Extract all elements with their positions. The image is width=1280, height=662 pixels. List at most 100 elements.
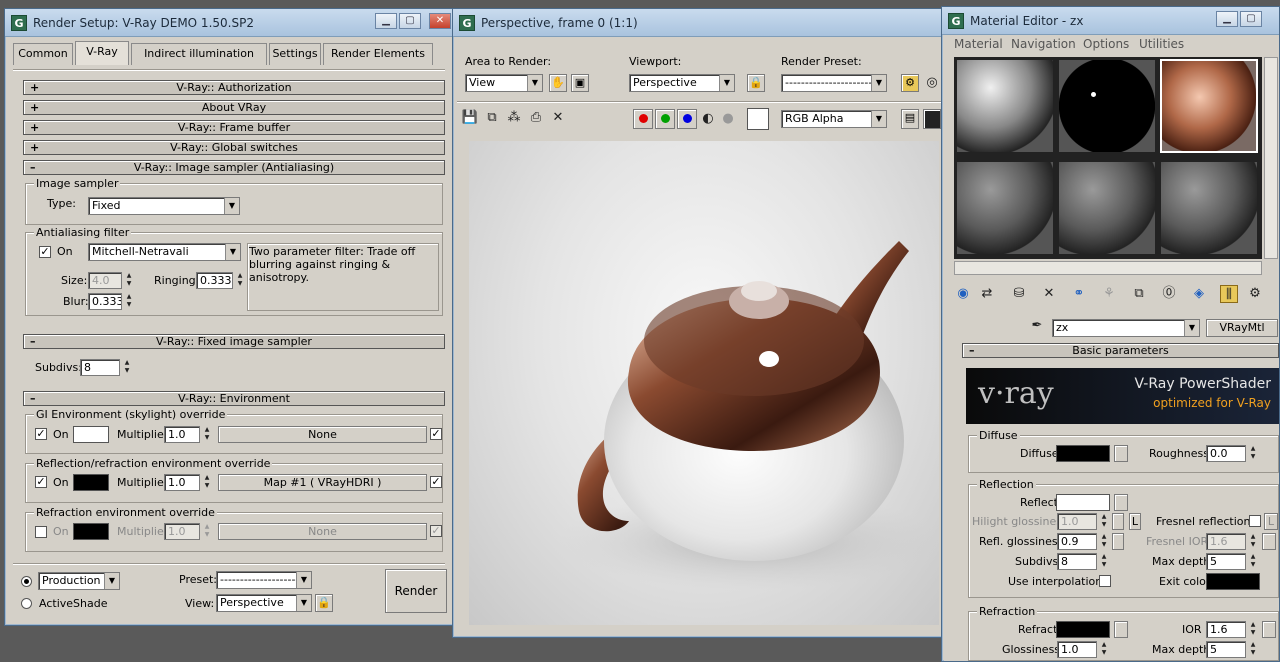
fresnel-checkbox[interactable] <box>1249 515 1261 527</box>
show-end-result-icon[interactable]: ⫼ <box>1220 285 1238 303</box>
get-material-icon[interactable]: ◉ <box>954 285 972 303</box>
print-icon[interactable]: ⎙ <box>527 109 545 127</box>
reflect-color-swatch[interactable] <box>1056 494 1110 511</box>
sample-slot[interactable] <box>956 59 1054 153</box>
put-to-scene-icon[interactable]: ⇄ <box>978 285 996 303</box>
rollup-authorization[interactable]: + V-Ray:: Authorization <box>23 80 445 95</box>
refl-env-on-checkbox[interactable]: ✓ <box>35 476 47 488</box>
eyedropper-icon[interactable]: ✒ <box>1028 317 1046 335</box>
hilight-map-button[interactable] <box>1112 513 1124 530</box>
slots-vertical-scrollbar[interactable] <box>1264 57 1278 259</box>
red-channel-button[interactable] <box>633 109 653 129</box>
max-depth-spinner[interactable]: ▲ ▼ <box>1248 553 1258 570</box>
close-button[interactable]: ✕ <box>429 13 451 29</box>
sampler-type-dropdown[interactable]: Fixed ▼ <box>88 197 240 215</box>
diffuse-map-button[interactable] <box>1114 445 1128 462</box>
sample-slot-selected[interactable] <box>1160 59 1258 153</box>
hilight-spinner[interactable]: ▲ ▼ <box>1099 513 1109 530</box>
area-to-render-dropdown[interactable]: View ▼ <box>465 74 543 92</box>
material-id-icon[interactable]: ⓪ <box>1160 285 1178 303</box>
gi-env-on-checkbox[interactable]: ✓ <box>35 428 47 440</box>
render-setup-button[interactable]: ⚙ <box>901 74 919 92</box>
refract-map-button[interactable] <box>1114 621 1128 638</box>
viewport-lock-button[interactable]: 🔒 <box>747 74 765 92</box>
refract-color-swatch[interactable] <box>1056 621 1110 638</box>
ior-spinner[interactable]: ▲ ▼ <box>1248 621 1258 638</box>
sample-slot[interactable] <box>1058 59 1156 153</box>
aa-filter-on-checkbox[interactable]: ✓ <box>39 246 51 258</box>
fresnel-ior-field[interactable]: 1.6 <box>1206 533 1246 550</box>
mono-icon[interactable]: ● <box>719 110 737 128</box>
toggle-ui-button[interactable]: ▤ <box>901 109 919 129</box>
slots-horizontal-scrollbar[interactable] <box>954 261 1262 275</box>
exit-color-swatch[interactable] <box>1206 573 1260 590</box>
subdivs-field[interactable]: 8 <box>80 359 120 376</box>
save-icon[interactable]: 💾 <box>461 109 479 127</box>
rollup-basic-parameters[interactable]: – Basic parameters <box>962 343 1279 358</box>
unique-icon[interactable]: ⚘ <box>1100 285 1118 303</box>
minimize-button[interactable]: ▁ <box>375 13 397 29</box>
channel-dropdown[interactable]: RGB Alpha ▼ <box>781 110 887 128</box>
subdivs-field[interactable]: 8 <box>1057 553 1097 570</box>
refl-multiplier-spinner[interactable]: ▲ ▼ <box>202 474 212 491</box>
copy-icon[interactable]: ⧉ <box>483 109 501 127</box>
gi-env-map-checkbox[interactable]: ✓ <box>430 428 442 440</box>
menu-utilities[interactable]: Utilities <box>1139 37 1184 51</box>
production-dropdown[interactable]: Production ▼ <box>38 572 120 590</box>
size-field[interactable]: 4.0 <box>88 272 122 289</box>
glossiness-spinner[interactable]: ▲ ▼ <box>1099 641 1109 658</box>
auto-region-button[interactable]: ▣ <box>571 74 589 92</box>
menu-navigation[interactable]: Navigation <box>1011 37 1076 51</box>
gi-env-map-button[interactable]: None <box>218 426 427 443</box>
view-dropdown[interactable]: Perspective ▼ <box>216 594 312 612</box>
environment-icon[interactable]: ◎ <box>923 74 941 92</box>
refr-env-map-checkbox[interactable]: ✓ <box>430 525 442 537</box>
refl-env-color-swatch[interactable] <box>73 474 109 491</box>
ringing-field[interactable]: 0.333 <box>196 272 233 289</box>
blur-spinner[interactable]: ▲ ▼ <box>124 293 134 310</box>
make-copy-icon[interactable]: ⚭ <box>1070 285 1088 303</box>
rollup-global-switches[interactable]: + V-Ray:: Global switches <box>23 140 445 155</box>
tab-vray[interactable]: V-Ray <box>75 41 129 65</box>
maximize-button[interactable]: ▢ <box>1240 11 1262 27</box>
size-spinner[interactable]: ▲ ▼ <box>124 272 134 289</box>
fresnel-ior-map-button[interactable] <box>1262 533 1276 550</box>
refl-env-map-button[interactable]: Map #1 ( VRayHDRI ) <box>218 474 427 491</box>
lock-view-button[interactable]: 🔒 <box>315 594 333 612</box>
channel-color-swatch[interactable] <box>747 108 769 130</box>
render-preset-dropdown[interactable]: ------------------------ ▼ <box>781 74 887 92</box>
max-depth2-spinner[interactable]: ▲ ▼ <box>1248 641 1258 658</box>
clear-icon[interactable]: ✕ <box>549 109 567 127</box>
refl-glossiness-field[interactable]: 0.9 <box>1057 533 1097 550</box>
frame-titlebar[interactable]: G Perspective, frame 0 (1:1) <box>453 9 946 37</box>
subdivs-spinner[interactable]: ▲ ▼ <box>122 359 132 376</box>
glossiness-field[interactable]: 1.0 <box>1057 641 1097 658</box>
material-editor-titlebar[interactable]: G Material Editor - zx ▁ ▢ <box>942 7 1279 35</box>
tab-indirect-illumination[interactable]: Indirect illumination <box>131 43 267 65</box>
green-channel-button[interactable] <box>655 109 675 129</box>
fresnel-lock-button[interactable]: L <box>1264 513 1278 530</box>
refr-env-map-button[interactable]: None <box>218 523 427 540</box>
roughness-spinner[interactable]: ▲ ▼ <box>1248 445 1258 462</box>
subdivs-spinner[interactable]: ▲ ▼ <box>1099 553 1109 570</box>
reset-icon[interactable]: ✕ <box>1040 285 1058 303</box>
refr-multiplier-field[interactable]: 1.0 <box>164 523 200 540</box>
refl-glossiness-map-button[interactable] <box>1112 533 1124 550</box>
maximize-button[interactable]: ▢ <box>399 13 421 29</box>
sample-slot[interactable] <box>956 161 1054 255</box>
reflect-map-button[interactable] <box>1114 494 1128 511</box>
tab-render-elements[interactable]: Render Elements <box>323 43 433 65</box>
max-depth-field[interactable]: 5 <box>1206 553 1246 570</box>
menu-options[interactable]: Options <box>1083 37 1129 51</box>
refl-env-map-checkbox[interactable]: ✓ <box>430 476 442 488</box>
display-window-button[interactable] <box>923 109 941 129</box>
activeshade-radio[interactable] <box>21 598 32 609</box>
tab-settings[interactable]: Settings <box>269 43 321 65</box>
ior-field[interactable]: 1.6 <box>1206 621 1246 638</box>
menu-material[interactable]: Material <box>954 37 1003 51</box>
rollup-fixed-sampler[interactable]: – V-Ray:: Fixed image sampler <box>23 334 445 349</box>
put-to-library-icon[interactable]: ⧉ <box>1130 285 1148 303</box>
sample-slot[interactable] <box>1160 161 1258 255</box>
rollup-about[interactable]: + About VRay <box>23 100 445 115</box>
assign-material-icon[interactable]: ⛁ <box>1010 285 1028 303</box>
